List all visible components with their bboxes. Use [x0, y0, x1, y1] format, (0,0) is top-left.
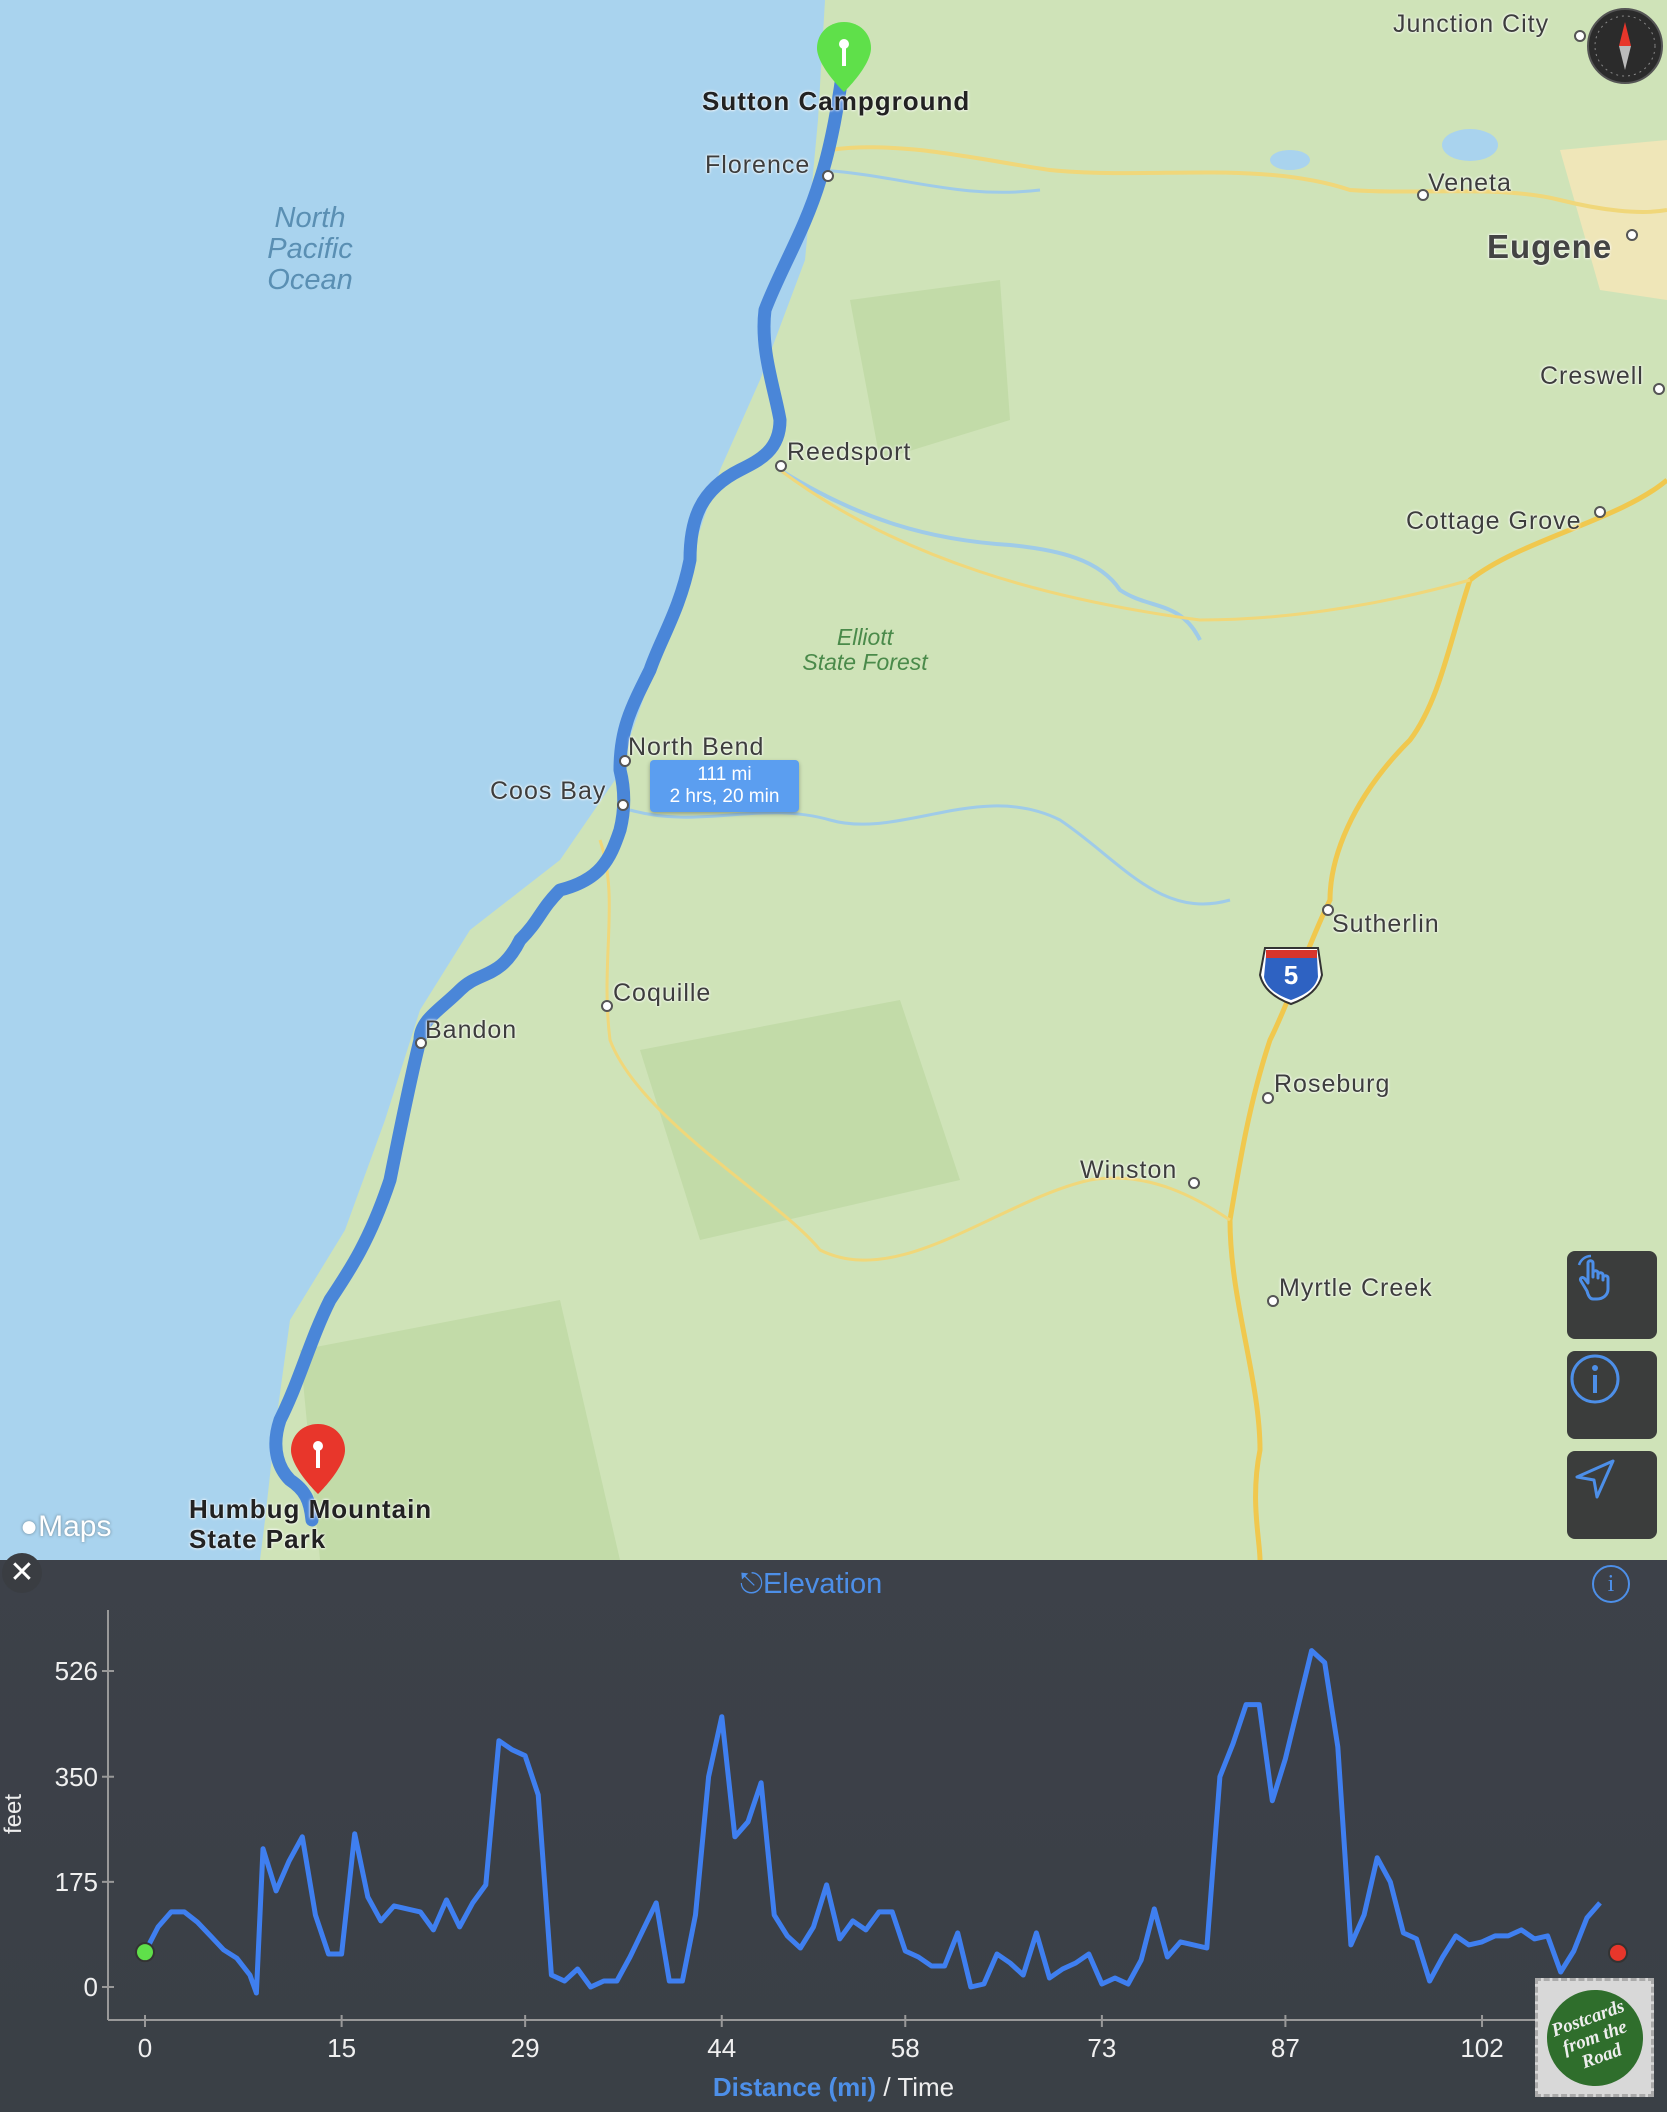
place-dot: [1262, 1092, 1274, 1104]
x-axis-label[interactable]: Distance (mi) / Time: [0, 2072, 1667, 2103]
maps-attribution[interactable]: ●Maps: [20, 1510, 111, 1544]
map-canvas[interactable]: 5: [0, 0, 1667, 1560]
place-dot: [775, 460, 787, 472]
end-pin-icon[interactable]: [288, 1422, 348, 1502]
route-distance: 111 mi: [697, 764, 752, 785]
touch-mode-button[interactable]: [1567, 1251, 1657, 1339]
location-button[interactable]: [1567, 1451, 1657, 1539]
route-callout[interactable]: 111 mi 2 hrs, 20 min: [650, 760, 799, 812]
elevation-series-line[interactable]: [142, 1648, 1602, 1996]
place-coquille[interactable]: Coquille: [613, 979, 711, 1008]
end-marker[interactable]: [1608, 1942, 1628, 1963]
y-tick-label: 0: [83, 1972, 98, 2002]
place-coos-bay[interactable]: Coos Bay: [490, 777, 606, 806]
route-duration: 2 hrs, 20 min: [669, 786, 780, 807]
compass-icon: [1594, 15, 1656, 77]
y-tick-label: 175: [54, 1866, 98, 1897]
place-reedsport[interactable]: Reedsport: [787, 438, 911, 467]
place-dot: [1574, 30, 1586, 42]
place-winston[interactable]: Winston: [1080, 1156, 1177, 1185]
place-dot: [1267, 1295, 1279, 1307]
place-dot: [617, 799, 629, 811]
end-pin-label[interactable]: Humbug Mountain State Park: [189, 1494, 432, 1554]
compass-button[interactable]: [1587, 8, 1663, 84]
location-arrow-icon: [1575, 1459, 1615, 1499]
svg-text:5: 5: [1284, 960, 1298, 990]
x-tick-label: 58: [890, 2033, 920, 2063]
x-tick-label: 15: [327, 2033, 357, 2063]
y-tick-label: 350: [54, 1761, 98, 1792]
place-north-bend[interactable]: North Bend: [628, 733, 764, 762]
start-pin-label[interactable]: Sutton Campground: [702, 86, 970, 116]
place-roseburg[interactable]: Roseburg: [1274, 1070, 1390, 1099]
hand-pointer-icon: [1577, 1254, 1610, 1301]
axis-ticks: [102, 1670, 1484, 2027]
place-dot: [1188, 1177, 1200, 1189]
info-icon: [1570, 1354, 1620, 1404]
x-tick-label: 29: [510, 2033, 540, 2063]
lake: [1270, 150, 1310, 170]
place-dot: [601, 1000, 613, 1012]
place-sutherlin[interactable]: Sutherlin: [1332, 910, 1440, 939]
y-tick-label: 526: [54, 1656, 98, 1686]
x-axis-label-distance[interactable]: Distance (mi): [713, 2072, 876, 2102]
lake: [1442, 129, 1498, 161]
info-button[interactable]: [1567, 1351, 1657, 1439]
place-junction-city[interactable]: Junction City: [1393, 10, 1549, 39]
place-dot: [1594, 506, 1606, 518]
place-creswell[interactable]: Creswell: [1540, 362, 1644, 391]
elevation-chart[interactable]: [0, 1560, 1667, 2112]
x-tick-label: 102: [1460, 2033, 1504, 2063]
place-dot: [822, 170, 834, 182]
forest-label: Elliott State Forest: [802, 624, 928, 675]
stamp-text: Postcards from the Road: [1532, 1975, 1657, 2100]
place-eugene[interactable]: Eugene: [1487, 228, 1612, 266]
place-veneta[interactable]: Veneta: [1428, 169, 1512, 198]
x-axis-label-time[interactable]: / Time: [876, 2072, 954, 2102]
maps-attribution-text: Maps: [38, 1510, 112, 1543]
place-cottage-grove[interactable]: Cottage Grove: [1406, 507, 1582, 536]
apple-logo-icon: ●: [20, 1510, 39, 1543]
start-marker[interactable]: [135, 1942, 155, 1963]
place-florence[interactable]: Florence: [705, 151, 810, 180]
x-tick-label: 87: [1270, 2033, 1300, 2063]
place-dot: [1626, 229, 1638, 241]
place-dot: [1653, 383, 1665, 395]
x-tick-label: 73: [1087, 2033, 1117, 2063]
map-view[interactable]: 5 North Pacific Ocean Elliott State Fore…: [0, 0, 1667, 1560]
ocean-label: North Pacific Ocean: [267, 202, 353, 296]
x-tick-label: 44: [707, 2033, 737, 2063]
place-bandon[interactable]: Bandon: [425, 1016, 517, 1045]
postcards-stamp-logo: Postcards from the Road: [1532, 1975, 1657, 2100]
x-tick-label: 0: [137, 2033, 153, 2063]
place-myrtle-creek[interactable]: Myrtle Creek: [1279, 1274, 1433, 1303]
